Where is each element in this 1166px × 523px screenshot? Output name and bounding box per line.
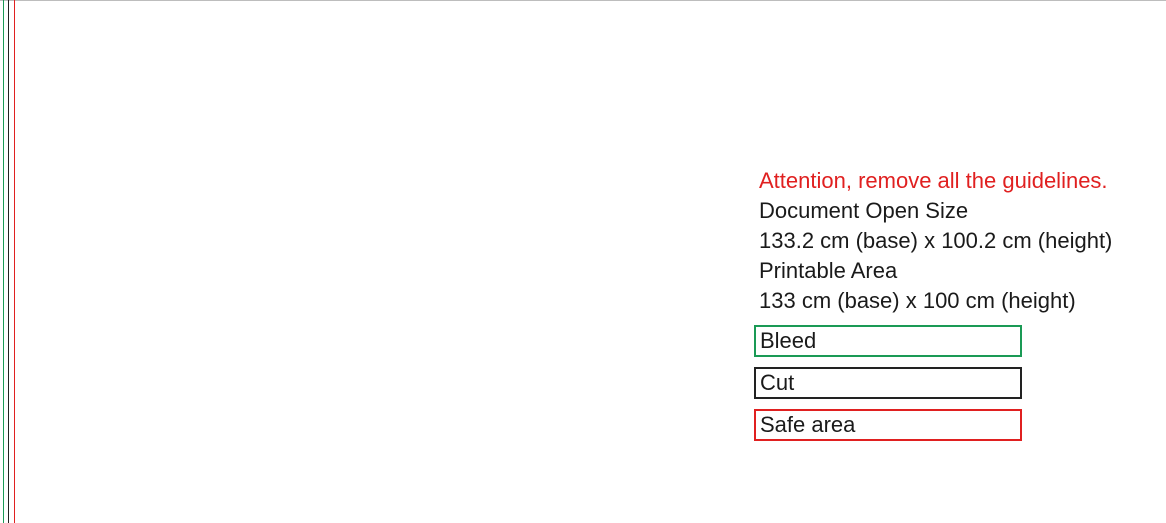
safe-area-guideline [14, 0, 15, 523]
document-open-size-label: Document Open Size [759, 198, 969, 223]
bleed-guideline [3, 0, 4, 523]
legend-safe-area: Safe area [754, 409, 1022, 441]
top-edge-line [0, 0, 1166, 1]
legend-cut: Cut [754, 367, 1022, 399]
cut-guideline [8, 0, 9, 523]
legend-bleed: Bleed [754, 325, 1022, 357]
document-open-size-value: 133.2 cm (base) x 100.2 cm (height) [759, 228, 1113, 253]
printable-area-label: Printable Area [759, 258, 898, 283]
guideline-warning: Attention, remove all the guidelines. [759, 168, 1108, 193]
printable-area-value: 133 cm (base) x 100 cm (height) [759, 288, 1076, 313]
template-info: Attention, remove all the guidelines. Do… [759, 166, 1112, 316]
